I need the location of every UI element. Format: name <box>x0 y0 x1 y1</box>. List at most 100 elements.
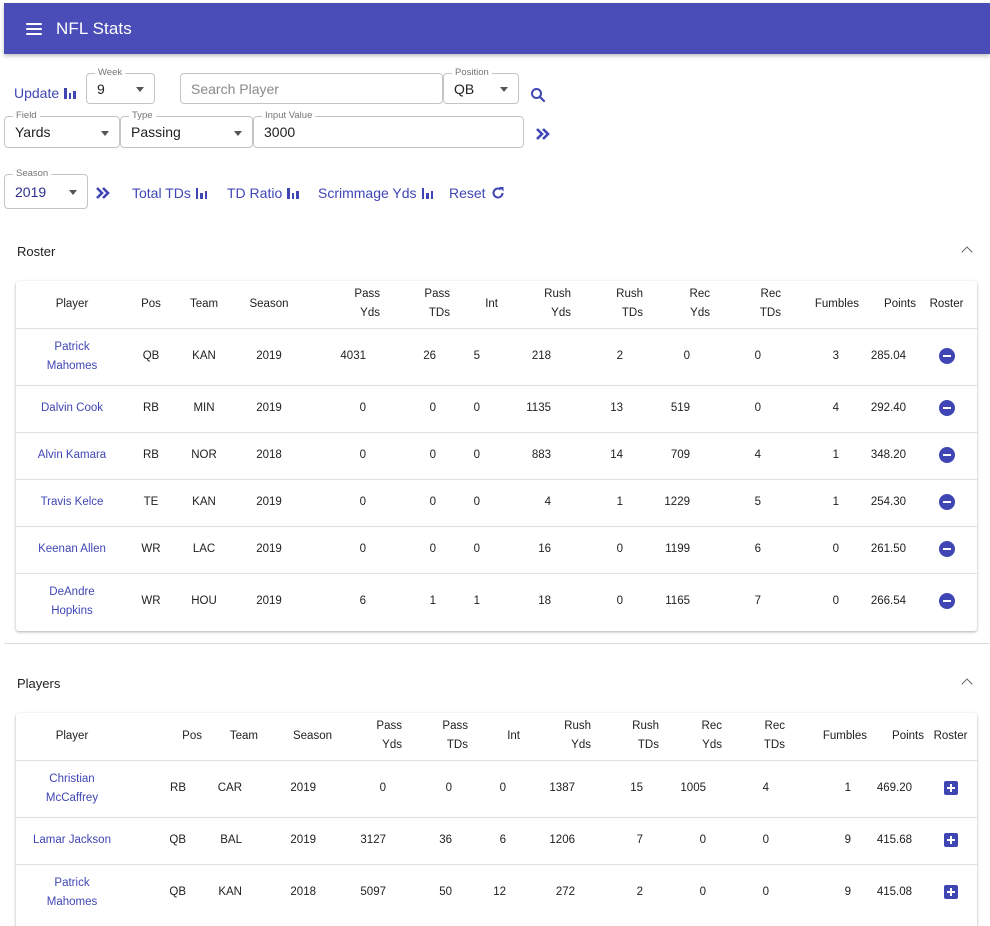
cell-season: 2018 <box>234 432 304 480</box>
col-points[interactable]: Points <box>867 713 924 761</box>
collapse-chevron-icon[interactable] <box>961 678 973 690</box>
remove-from-roster-icon[interactable] <box>938 399 955 416</box>
col-fumbles[interactable]: Fumbles <box>781 281 859 329</box>
input-value-label: Input Value <box>262 110 316 122</box>
type-select[interactable]: Type Passing <box>120 110 253 148</box>
add-to-roster-icon[interactable] <box>943 885 958 900</box>
season-value: 2019 <box>15 184 47 200</box>
col-team[interactable]: Team <box>202 713 258 761</box>
search-placeholder: Search Player <box>191 81 279 97</box>
col-rec-yds[interactable]: Rec Yds <box>643 281 710 329</box>
col-player[interactable]: Player <box>16 281 128 329</box>
col-season[interactable]: Season <box>234 281 304 329</box>
col-season[interactable]: Season <box>258 713 332 761</box>
cell-rec-tds: 0 <box>762 886 769 899</box>
col-rec-yds[interactable]: Rec Yds <box>659 713 722 761</box>
cell-rush-yds: 218 <box>498 328 571 386</box>
col-player[interactable]: Player <box>16 713 128 761</box>
scrimmage-yds-label: Scrimmage Yds <box>318 185 417 201</box>
col-rush-yds[interactable]: Rush Yds <box>498 281 571 329</box>
player-name-link[interactable]: Keenan Allen <box>38 540 106 559</box>
scrimmage-yds-button[interactable]: Scrimmage Yds <box>318 185 434 201</box>
player-name-link[interactable]: DeAndre Hopkins <box>49 583 94 621</box>
col-rush-tds[interactable]: Rush TDs <box>591 713 659 761</box>
col-int[interactable]: Int <box>450 281 498 329</box>
season-select[interactable]: Season 2019 <box>4 168 88 209</box>
total-tds-button[interactable]: Total TDs <box>132 185 208 201</box>
cell-fumbles: 9 <box>785 817 867 865</box>
table-row: Patrick Mahomes QB KAN 2019 4031 26 5 218 2 0 0 3 285… <box>16 328 977 386</box>
player-name-link[interactable]: Dalvin Cook <box>41 399 103 418</box>
cell-rush-yds: 272 <box>555 886 575 899</box>
add-to-roster-icon[interactable] <box>943 780 958 795</box>
cell-rec-yds: 0 <box>699 886 706 899</box>
cell-rec-tds: 4 <box>710 432 781 480</box>
player-name-link[interactable]: Alvin Kamara <box>38 446 106 465</box>
col-roster[interactable]: Roster <box>924 713 977 761</box>
player-name-link[interactable]: Christian McCaffrey <box>46 770 98 808</box>
player-name-link[interactable]: Patrick Mahomes <box>47 874 98 912</box>
col-pass-yds[interactable]: Pass Yds <box>304 281 380 329</box>
roster-action-cell <box>924 864 977 921</box>
col-rush-tds[interactable]: Rush TDs <box>571 281 643 329</box>
cell-rec-tds: 5 <box>710 479 781 527</box>
cell-pos: QB <box>128 817 202 865</box>
remove-from-roster-icon[interactable] <box>938 347 955 364</box>
col-int[interactable]: Int <box>468 713 520 761</box>
cell-points: 348.20 <box>859 432 916 480</box>
remove-from-roster-icon[interactable] <box>938 540 955 557</box>
field-label: Field <box>13 110 40 122</box>
roster-action-cell <box>916 328 977 386</box>
double-chevron-right-icon[interactable] <box>95 186 111 200</box>
cell-pass-yds: 3127 <box>332 817 402 865</box>
player-name-link[interactable]: Lamar Jackson <box>33 831 111 850</box>
col-points[interactable]: Points <box>859 281 916 329</box>
cell-int: 0 <box>450 526 498 574</box>
players-table: Player Pos Team Season Pass Yds Pass TDs I… <box>16 713 977 921</box>
search-icon[interactable] <box>530 87 546 103</box>
cell-pos: RB <box>128 432 174 480</box>
player-name-link[interactable]: Travis Kelce <box>41 493 104 512</box>
remove-from-roster-icon[interactable] <box>938 446 955 463</box>
input-value-field[interactable]: Input Value 3000 <box>253 110 524 148</box>
cell-rush-tds: 0 <box>571 526 643 574</box>
table-header-row: Player Pos Team Season Pass Yds Pass TDs I… <box>16 713 977 761</box>
roster-action-cell <box>916 432 977 480</box>
col-roster[interactable]: Roster <box>916 281 977 329</box>
cell-rush-tds: 13 <box>571 385 643 433</box>
col-pass-yds[interactable]: Pass Yds <box>332 713 402 761</box>
col-rush-yds[interactable]: Rush Yds <box>520 713 591 761</box>
col-pass-tds[interactable]: Pass TDs <box>380 281 450 329</box>
col-rec-tds[interactable]: Rec TDs <box>722 713 785 761</box>
remove-from-roster-icon[interactable] <box>938 493 955 510</box>
input-value-text: 3000 <box>264 124 296 140</box>
col-rec-tds[interactable]: Rec TDs <box>710 281 781 329</box>
collapse-chevron-icon[interactable] <box>961 246 973 258</box>
cell-pass-yds: 0 <box>304 432 380 480</box>
cell-int: 1 <box>473 595 480 608</box>
search-input[interactable]: Search Player <box>180 73 443 104</box>
cell-rush-tds: 2 <box>636 886 643 899</box>
reset-button[interactable]: Reset <box>449 185 505 201</box>
col-team[interactable]: Team <box>174 281 234 329</box>
col-pos[interactable]: Pos <box>128 281 174 329</box>
position-select[interactable]: Position QB <box>443 67 519 104</box>
cell-pass-tds: 50 <box>439 886 452 899</box>
field-select[interactable]: Field Yards <box>4 110 120 148</box>
col-pos[interactable]: Pos <box>128 713 202 761</box>
roster-table: Player Pos Team Season Pass Yds Pass TDs I… <box>16 281 977 630</box>
col-pass-tds[interactable]: Pass TDs <box>402 713 468 761</box>
section-divider <box>4 643 990 644</box>
player-name-link[interactable]: Patrick Mahomes <box>47 338 98 376</box>
add-to-roster-icon[interactable] <box>943 832 958 847</box>
remove-from-roster-icon[interactable] <box>938 593 955 610</box>
cell-season: 2019 <box>256 595 282 608</box>
td-ratio-button[interactable]: TD Ratio <box>227 185 299 201</box>
menu-icon[interactable] <box>26 22 42 35</box>
col-fumbles[interactable]: Fumbles <box>785 713 867 761</box>
double-chevron-right-icon[interactable] <box>535 127 551 141</box>
week-select[interactable]: Week 9 <box>86 67 155 104</box>
roster-action-cell <box>924 817 977 865</box>
update-button[interactable]: Update <box>14 85 76 101</box>
cell-rec-yds: 1199 <box>643 526 710 574</box>
